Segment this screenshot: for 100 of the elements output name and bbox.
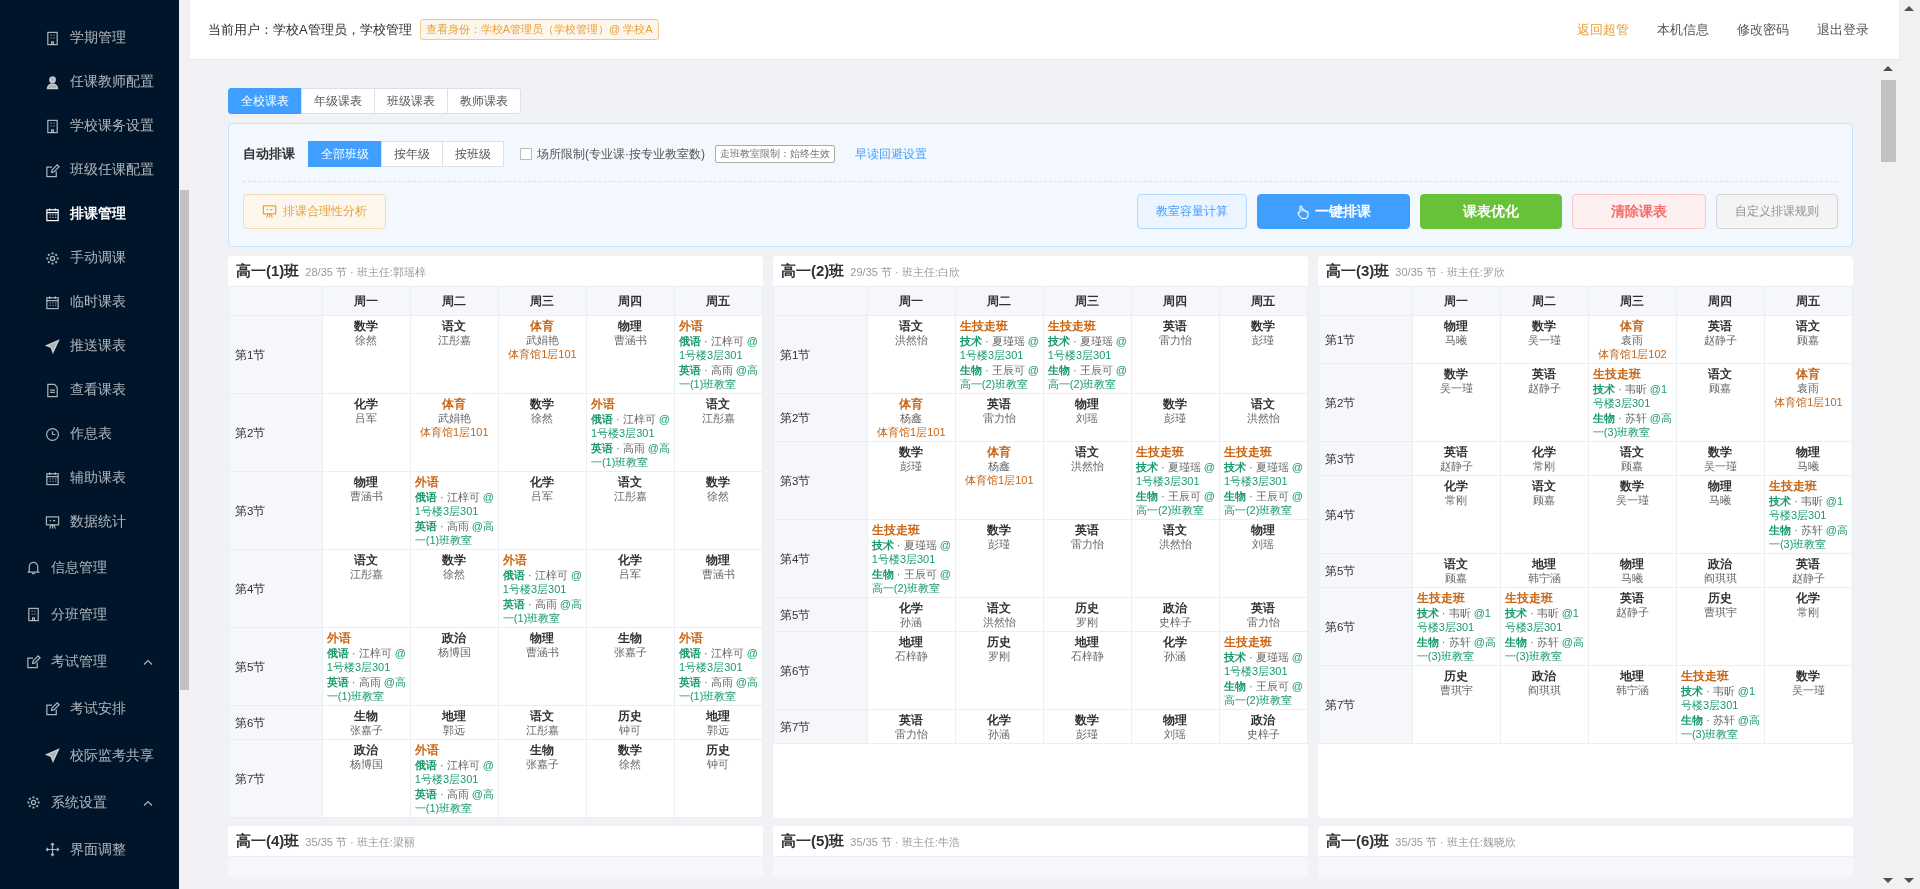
sidebar-item[interactable]: 信息管理 bbox=[0, 544, 179, 591]
sidebar-item[interactable]: 数据统计 bbox=[0, 500, 179, 544]
teacher-name: 曹涵书 bbox=[348, 489, 384, 503]
subject-name: 数学 bbox=[898, 445, 925, 459]
period-label: 第4节 bbox=[1318, 475, 1413, 554]
group-line: 英语 · 高雨 @高一(1)班教室 bbox=[678, 675, 759, 703]
sidebar-item[interactable]: 校际监考共享 bbox=[0, 732, 179, 779]
subject-name: 物理 bbox=[1707, 479, 1734, 493]
group-line: 英语 · 高雨 @高一(1)班教室 bbox=[590, 441, 671, 469]
gear-icon bbox=[26, 795, 41, 810]
tab[interactable]: 教师课表 bbox=[447, 88, 521, 114]
sidebar-item[interactable]: 任课教师配置 bbox=[0, 60, 179, 104]
teacher-name: 雷力怡 bbox=[1069, 537, 1105, 551]
class-title: 高一(5)班 bbox=[781, 832, 845, 851]
sidebar-item[interactable]: 考试管理 bbox=[0, 638, 179, 685]
day-header: 周五 bbox=[1764, 286, 1853, 316]
sidebar-item[interactable]: 分班管理 bbox=[0, 591, 179, 638]
teacher-name: 洪然怡 bbox=[981, 615, 1017, 629]
teacher-name: 曹涵书 bbox=[612, 333, 648, 347]
teacher-name: 杨博国 bbox=[348, 757, 384, 771]
sidebar-item[interactable]: 系统设置 bbox=[0, 779, 179, 826]
sidebar-item[interactable]: 辅助课表 bbox=[0, 456, 179, 500]
sidebar-item[interactable]: 查看课表 bbox=[0, 368, 179, 412]
scope-option[interactable]: 按班级 bbox=[442, 141, 504, 167]
group-title: 生技走班 bbox=[871, 523, 921, 537]
group-line: 生物 · 苏轩 @高一(3)班教室 bbox=[1768, 523, 1849, 551]
tab[interactable]: 班级课表 bbox=[374, 88, 448, 114]
group-line: 技术 · 夏瑾瑶 @1号楼3层301 bbox=[959, 334, 1040, 362]
group-title: 外语 bbox=[502, 553, 528, 567]
group-line: 英语 · 高雨 @高一(1)班教室 bbox=[502, 597, 583, 625]
period-label: 第3节 bbox=[228, 471, 323, 550]
sidebar-item[interactable]: 排课管理 bbox=[0, 192, 179, 236]
period-label: 第1节 bbox=[1318, 315, 1413, 364]
board-icon bbox=[45, 514, 60, 530]
teacher-name: 曹涵书 bbox=[700, 567, 736, 581]
teacher-name: 常刚 bbox=[1444, 493, 1469, 507]
sidebar-item[interactable]: 临时课表 bbox=[0, 280, 179, 324]
teacher-name: 顾嘉 bbox=[1708, 381, 1733, 395]
teacher-name: 石梓静 bbox=[893, 649, 929, 663]
sidebar-item[interactable]: 手动调课 bbox=[0, 236, 179, 280]
day-header: 周三 bbox=[1043, 286, 1132, 316]
header-link[interactable]: 修改密码 bbox=[1737, 20, 1789, 39]
scrollbar[interactable] bbox=[179, 0, 190, 889]
room-name: 体育馆1层101 bbox=[1773, 395, 1844, 409]
period-label: 第5节 bbox=[1318, 553, 1413, 588]
scope-option[interactable]: 按年级 bbox=[381, 141, 443, 167]
teacher-name: 彭瑾 bbox=[899, 459, 924, 473]
subject-name: 数学 bbox=[705, 475, 732, 489]
subject-name: 数学 bbox=[529, 397, 556, 411]
class-meta: 35/35 节 · 班主任:牛浩 bbox=[850, 835, 960, 850]
subject-name: 历史 bbox=[986, 635, 1013, 649]
day-header: 周二 bbox=[410, 286, 499, 316]
subject-name: 语文 bbox=[705, 397, 732, 411]
group-line: 生物 · 苏轩 @高一(3)班教室 bbox=[1680, 713, 1761, 741]
class-title: 高一(2)班 bbox=[781, 262, 845, 281]
teacher-name: 徐然 bbox=[442, 567, 467, 581]
gear-icon bbox=[45, 250, 60, 266]
day-header: 周五 bbox=[1219, 286, 1308, 316]
day-header: 周一 bbox=[867, 286, 956, 316]
subject-name: 英语 bbox=[1074, 523, 1101, 537]
building-icon bbox=[26, 607, 41, 622]
period-label: 第4节 bbox=[228, 549, 323, 628]
subject-name: 地理 bbox=[1618, 669, 1646, 683]
move-icon bbox=[45, 842, 60, 857]
teacher-name: 江彤嘉 bbox=[700, 411, 736, 425]
scrollbar[interactable] bbox=[1878, 60, 1899, 889]
period-label: 第4节 bbox=[773, 519, 868, 598]
teacher-name: 史梓子 bbox=[1157, 615, 1193, 629]
checkbox-label[interactable]: 场所限制(专业课·按专业教室数) bbox=[537, 145, 705, 163]
teacher-name: 彭瑾 bbox=[1163, 411, 1188, 425]
group-line: 生物 · 王辰可 @高一(2)班教室 bbox=[1223, 489, 1304, 517]
tab[interactable]: 年级课表 bbox=[301, 88, 375, 114]
sidebar-item[interactable]: 学校课务设置 bbox=[0, 104, 179, 148]
period-label: 第2节 bbox=[773, 393, 868, 442]
group-title: 生技走班 bbox=[1416, 591, 1466, 605]
subject-name: 数学 bbox=[1619, 479, 1646, 493]
sidebar-item[interactable]: 考试安排 bbox=[0, 685, 179, 732]
sidebar-item[interactable]: 推送课表 bbox=[0, 324, 179, 368]
sidebar-item[interactable]: 作息表 bbox=[0, 412, 179, 456]
subject-name: 数学 bbox=[1162, 397, 1189, 411]
calendar-icon bbox=[45, 470, 60, 486]
sidebar-item[interactable]: 学期管理 bbox=[0, 16, 179, 60]
header-link[interactable]: 退出登录 bbox=[1817, 20, 1869, 39]
teacher-name: 刘瑶 bbox=[1251, 537, 1276, 551]
teacher-name: 石梓静 bbox=[1069, 649, 1105, 663]
class-title: 高一(3)班 bbox=[1326, 262, 1390, 281]
subject-name: 政治 bbox=[353, 743, 380, 757]
scrollbar[interactable] bbox=[1899, 0, 1920, 889]
checkbox[interactable] bbox=[520, 148, 532, 160]
subject-name: 语文 bbox=[353, 553, 380, 567]
teacher-name: 雷力怡 bbox=[981, 411, 1017, 425]
header-link[interactable]: 本机信息 bbox=[1657, 20, 1709, 39]
subject-name: 物理 bbox=[1250, 523, 1277, 537]
period-label: 第7节 bbox=[228, 739, 323, 818]
teacher-name: 顾嘉 bbox=[1620, 459, 1645, 473]
sidebar-item[interactable]: 界面调整 bbox=[0, 826, 179, 873]
calendar-icon bbox=[45, 294, 60, 310]
teacher-name: 阎琪琪 bbox=[1526, 683, 1562, 697]
sidebar-item[interactable]: 班级任课配置 bbox=[0, 148, 179, 192]
group-line: 英语 · 高雨 @高一(1)班教室 bbox=[414, 787, 495, 815]
